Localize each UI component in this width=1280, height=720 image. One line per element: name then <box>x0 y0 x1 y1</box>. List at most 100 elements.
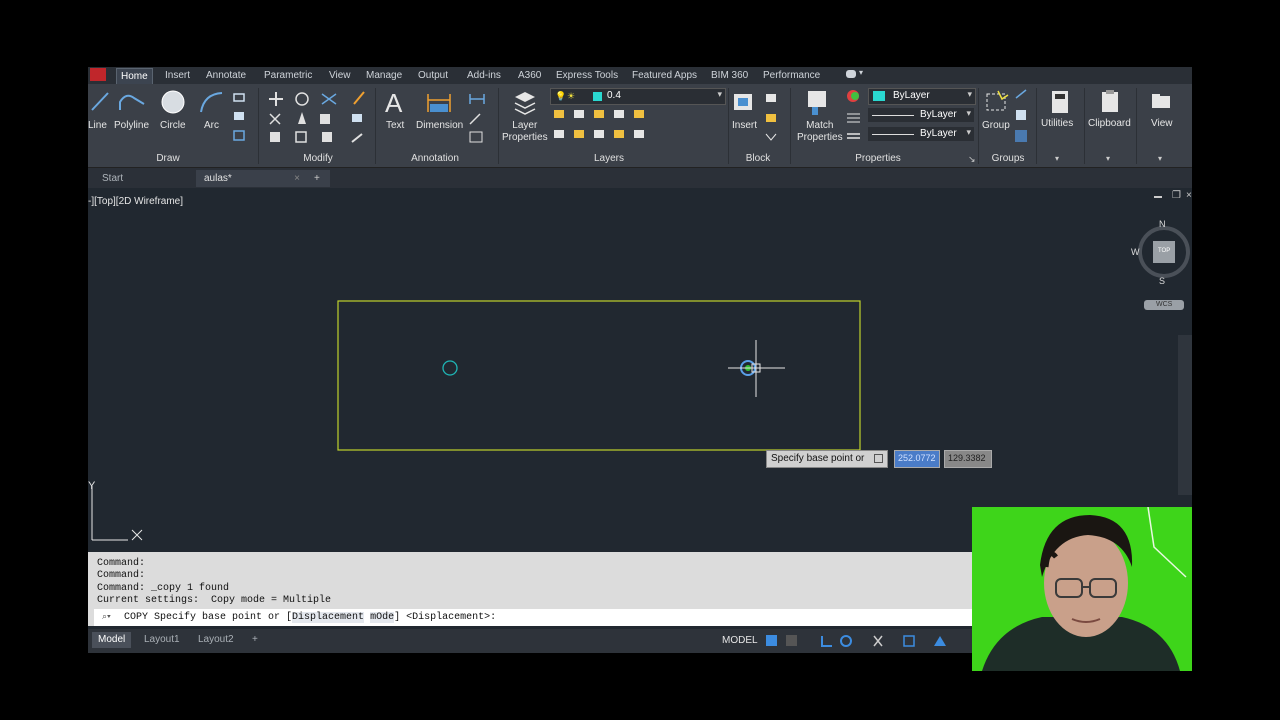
lineweight-dropdown[interactable]: ByLayer ▾ <box>868 127 974 141</box>
command-history-line: Command: _copy 1 found <box>97 583 230 594</box>
view-button[interactable]: View <box>1151 118 1173 129</box>
text-button[interactable]: Text <box>386 120 404 131</box>
command-history-line: Current settings: Copy mode = Multiple <box>97 595 332 606</box>
layer-tools-icon <box>554 110 644 138</box>
dynamic-x-input[interactable]: 252.0772 <box>894 450 940 468</box>
layers-panel-label[interactable]: Layers <box>584 152 634 166</box>
tab-home[interactable]: Home <box>116 68 153 84</box>
app-menu-button[interactable] <box>90 68 106 81</box>
arc-button[interactable]: Arc <box>204 120 219 131</box>
dialog-launcher-icon[interactable]: ↘ <box>968 154 976 165</box>
tab-express-tools[interactable]: Express Tools <box>552 68 622 83</box>
clipboard-button[interactable]: Clipboard <box>1088 118 1131 129</box>
command-window: Command: Command: Command: _copy 1 found… <box>88 552 972 626</box>
dimension-button[interactable]: Dimension <box>416 120 463 131</box>
status-toggle-icons[interactable] <box>764 634 974 648</box>
insert-button[interactable]: Insert <box>732 120 757 131</box>
minimize-ribbon-icon[interactable] <box>846 70 856 78</box>
tab-manage[interactable]: Manage <box>362 68 406 83</box>
utilities-button[interactable]: Utilities <box>1041 118 1073 129</box>
dynamic-input-prompt: Specify base point or <box>766 450 888 468</box>
calculator-icon <box>1052 91 1068 113</box>
block-panel-label[interactable]: Block <box>736 152 780 166</box>
chevron-down-icon[interactable]: ▾ <box>1158 154 1162 163</box>
chevron-down-icon[interactable]: ▾ <box>1055 154 1059 163</box>
draw-panel-label[interactable]: Draw <box>148 152 188 166</box>
command-search-icon[interactable]: ⌕▾ <box>102 611 111 622</box>
tab-a360[interactable]: A360 <box>514 68 545 83</box>
tab-annotate[interactable]: Annotate <box>202 68 250 83</box>
annotation-panel-label[interactable]: Annotation <box>400 152 470 166</box>
doc-tab-start[interactable]: Start <box>94 170 200 187</box>
tab-bim360[interactable]: BIM 360 <box>707 68 752 83</box>
svg-text:A: A <box>385 89 403 115</box>
modify-panel-label[interactable]: Modify <box>293 152 343 166</box>
down-arrow-icon[interactable] <box>874 454 883 463</box>
color-value: ByLayer <box>893 90 930 101</box>
model-space-toggle[interactable]: MODEL <box>722 635 758 646</box>
tab-parametric[interactable]: Parametric <box>260 68 316 83</box>
chevron-down-icon[interactable]: ▾ <box>1106 154 1110 163</box>
option-displacement[interactable]: Displacement <box>292 612 365 623</box>
annotation-small-tools-icon <box>469 94 485 143</box>
ribbon: Line Polyline Circle Arc Draw Modify A T… <box>88 84 1192 168</box>
text-icon: A <box>385 89 403 115</box>
tab-model[interactable]: Model <box>92 632 132 648</box>
circle-icon <box>161 90 185 114</box>
line-sample <box>872 134 914 135</box>
tab-featured-apps[interactable]: Featured Apps <box>628 68 701 83</box>
ucs-y-label: Y <box>88 480 96 492</box>
lineweight-value: ByLayer <box>920 128 957 139</box>
layer-properties-button[interactable]: Layer Properties <box>502 120 548 144</box>
linetype-dropdown[interactable]: ByLayer ▾ <box>868 108 974 122</box>
clipboard-icon <box>1102 90 1118 112</box>
command-input[interactable]: ⌕▾ COPY Specify base point or [Displacem… <box>94 609 972 626</box>
groups-small-icons <box>1015 89 1027 142</box>
group-button[interactable]: Group <box>982 120 1010 131</box>
ribbon-tab-bar: Home Insert Annotate Parametric View Man… <box>88 67 1192 84</box>
layer-dropdown[interactable]: 💡 ☀ 0.4 ▾ <box>550 88 726 105</box>
add-layout-icon[interactable]: + <box>246 632 264 648</box>
insert-icon <box>734 94 752 110</box>
new-tab-button[interactable]: + <box>306 170 330 187</box>
tab-layout1[interactable]: Layout1 <box>138 632 186 648</box>
linetype-value: ByLayer <box>920 109 957 120</box>
dynamic-y-input[interactable]: 129.3382 <box>944 450 992 468</box>
current-layer-name: 0.4 <box>607 90 621 101</box>
tab-insert[interactable]: Insert <box>161 68 194 83</box>
tab-layout2[interactable]: Layout2 <box>192 632 240 648</box>
tab-add-ins[interactable]: Add-ins <box>463 68 505 83</box>
command-prompt: COPY Specify base point or [Displacement… <box>124 612 496 623</box>
layer-color-swatch <box>593 92 602 101</box>
command-prompt-suffix: ] <Displacement>: <box>394 612 497 623</box>
chevron-down-icon: ▾ <box>966 108 971 118</box>
tab-performance[interactable]: Performance <box>759 68 824 83</box>
dynamic-prompt-text: Specify base point or <box>771 453 865 464</box>
webcam-overlay <box>972 507 1192 671</box>
chevron-down-icon: ▾ <box>717 89 722 99</box>
groups-panel-label[interactable]: Groups <box>984 152 1032 166</box>
tab-output[interactable]: Output <box>414 68 452 83</box>
option-mode[interactable]: mOde <box>370 612 395 623</box>
doc-tab-label: aulas* <box>204 173 232 184</box>
chevron-down-icon[interactable]: ▾ <box>859 68 863 77</box>
doc-tab-aulas[interactable]: aulas* × <box>196 170 308 187</box>
line-button[interactable]: Line <box>88 120 107 131</box>
color-dropdown[interactable]: ByLayer ▾ <box>868 88 976 105</box>
layer-properties-icon <box>514 92 536 115</box>
draw-small-tools-icon <box>233 93 245 141</box>
x-value: 252.0772 <box>898 453 936 463</box>
circle-button[interactable]: Circle <box>160 120 186 131</box>
presenter-video <box>972 507 1192 671</box>
circle-entity <box>442 360 458 376</box>
match-properties-button[interactable]: Match Properties <box>797 120 843 144</box>
properties-panel-label[interactable]: Properties <box>848 152 908 166</box>
command-history-line: Command: <box>97 558 146 569</box>
polyline-button[interactable]: Polyline <box>114 120 149 131</box>
line-icon <box>91 92 109 111</box>
drawing-canvas <box>91 300 861 541</box>
close-icon[interactable]: × <box>294 170 300 187</box>
modify-tools-icon <box>269 91 365 143</box>
tab-view[interactable]: View <box>325 68 355 83</box>
drawing-viewport[interactable]: -][Top][2D Wireframe] ❐ × N S W TOP WCS <box>88 190 1192 552</box>
